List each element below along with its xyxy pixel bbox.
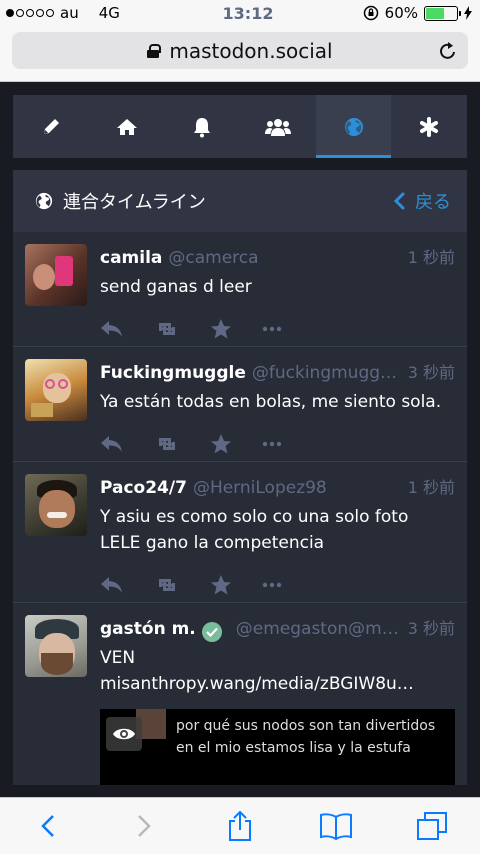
battery-icon [424,5,461,21]
tab-federated[interactable] [315,95,392,158]
more-options-icon[interactable] [262,582,282,588]
more-options-icon[interactable] [262,441,282,447]
share-button[interactable] [210,798,270,854]
federated-timeline-column: 連合タイムライン 戻る camila @camerca 1 秒前 send ga… [13,170,467,785]
verified-badge-icon [201,622,222,642]
tab-compose[interactable] [13,95,89,158]
globe-icon [35,192,53,210]
avatar[interactable] [25,359,87,421]
url-text: mastodon.social [169,38,333,63]
status-content: send ganas d leer [100,274,455,300]
share-icon [229,810,251,841]
status-content: Ya están todas en bolas, me siento sola. [100,389,455,415]
mastodon-tab-bar [13,95,467,158]
tab-getting-started[interactable] [391,95,467,158]
orientation-lock-icon [363,5,378,21]
avatar[interactable] [25,615,87,677]
status-text-line: Y asiu es como solo co una solo foto [100,507,409,527]
status-text-line: VEN [100,648,136,668]
chevron-left-icon [393,192,405,210]
column-title: 連合タイムライン [63,192,206,213]
users-icon [264,118,291,136]
browser-back-button[interactable] [18,798,78,854]
eye-toggle-icon[interactable] [106,717,142,751]
globe-icon [344,117,363,136]
account-handle[interactable]: @fuckingmuggle1… [252,363,400,383]
bell-icon [194,117,211,137]
timestamp[interactable]: 3 秒前 [408,359,455,383]
bookmarks-button[interactable] [306,798,366,854]
browser-chrome-top: au 4G 13:12 60% mastodon.social [0,0,480,82]
status-text-line: send ganas d leer [100,277,252,297]
reply-icon[interactable] [100,435,124,453]
book-icon [320,813,352,840]
timestamp[interactable]: 1 秒前 [408,474,455,498]
avatar[interactable] [25,474,87,536]
status-item[interactable]: Paco24/7 @HerniLopez98 1 秒前 Y asiu es co… [13,462,467,603]
media-caption: por qué sus nodos son tan divertidos en … [176,718,436,756]
favourite-star-icon[interactable] [210,574,232,596]
timestamp[interactable]: 3 秒前 [408,615,455,639]
ios-status-bar: au 4G 13:12 60% [0,0,480,26]
status-content: VEN misanthropy.wang/media/zBGIW8u… [100,645,455,697]
reply-icon[interactable] [100,576,124,594]
back-label: 戻る [415,192,451,213]
status-item[interactable]: Fuckingmuggle @fuckingmuggle1… 3 秒前 Ya e… [13,347,467,462]
boost-icon[interactable] [154,576,180,594]
tabs-icon [417,812,447,840]
status-item[interactable]: camila @camerca 1 秒前 send ganas d leer [13,232,467,347]
account-handle[interactable]: @camerca [168,248,399,268]
reply-icon[interactable] [100,320,124,338]
reload-icon[interactable] [438,40,458,62]
status-text-line: LELE gano la competencia [100,533,325,553]
boost-icon[interactable] [154,435,180,453]
favourite-star-icon[interactable] [210,318,232,340]
charging-bolt-icon [464,6,472,20]
status-item[interactable]: gastón m. @emegaston@misa… 3 秒前 VEN misa… [13,603,467,785]
tabs-button[interactable] [402,798,462,854]
avatar[interactable] [25,244,87,306]
more-options-icon[interactable] [262,326,282,332]
display-name[interactable]: camila [100,248,162,268]
account-handle[interactable]: @HerniLopez98 [193,478,400,498]
display-name[interactable]: Fuckingmuggle [100,363,246,383]
media-attachment[interactable]: por qué sus nodos son tan divertidos en … [100,709,455,785]
account-handle[interactable]: @emegaston@misa… [236,619,400,639]
timestamp[interactable]: 1 秒前 [408,244,455,268]
boost-icon[interactable] [154,320,180,338]
home-icon [116,118,137,135]
browser-toolbar [0,797,480,854]
chevron-left-icon [41,815,54,837]
column-header: 連合タイムライン 戻る [13,170,467,232]
tab-home[interactable] [89,95,165,158]
asterisk-icon [420,116,439,137]
pencil-icon [43,118,59,134]
display-name[interactable]: Paco24/7 [100,478,187,498]
tab-notifications[interactable] [164,95,240,158]
battery-percent: 60% [384,4,418,22]
status-link[interactable]: misanthropy.wang/media/zBGIW8u… [100,671,440,697]
browser-forward-button[interactable] [114,798,174,854]
battery-level-fill [426,7,444,19]
lock-icon [147,43,162,58]
back-button[interactable]: 戻る [393,188,451,214]
favourite-star-icon[interactable] [210,433,232,455]
status-text-line: Ya están todas en bolas, me siento sola. [100,392,442,412]
display-name[interactable]: gastón m. [100,619,196,639]
chevron-right-icon [138,815,151,837]
address-bar[interactable]: mastodon.social [12,32,468,69]
status-content: Y asiu es como solo co una solo foto LEL… [100,504,455,556]
tab-local[interactable] [240,95,316,158]
